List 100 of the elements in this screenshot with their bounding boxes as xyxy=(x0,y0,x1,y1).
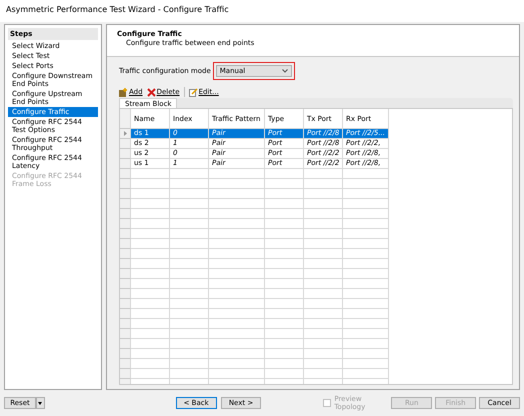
table-cell xyxy=(304,229,343,239)
row-header[interactable] xyxy=(120,279,131,289)
row-header[interactable] xyxy=(120,219,131,229)
row-header[interactable] xyxy=(120,159,131,169)
table-cell xyxy=(304,189,343,199)
table-cell xyxy=(209,339,265,349)
table-cell xyxy=(304,279,343,289)
table-cell xyxy=(170,279,209,289)
table-cell xyxy=(265,259,304,269)
row-header[interactable] xyxy=(120,129,131,139)
table-cell xyxy=(209,299,265,309)
table-cell xyxy=(343,179,389,189)
table-cell xyxy=(343,189,389,199)
table-cell xyxy=(131,249,170,259)
table-cell xyxy=(265,289,304,299)
table-cell xyxy=(343,289,389,299)
table-cell xyxy=(343,239,389,249)
row-header[interactable] xyxy=(120,299,131,309)
row-header[interactable] xyxy=(120,149,131,159)
table-cell xyxy=(209,199,265,209)
row-header[interactable] xyxy=(120,259,131,269)
row-header[interactable] xyxy=(120,189,131,199)
table-cell xyxy=(209,269,265,279)
row-header[interactable] xyxy=(120,139,131,149)
row-header[interactable] xyxy=(120,339,131,349)
table-cell xyxy=(209,239,265,249)
table-cell xyxy=(209,229,265,239)
table-cell xyxy=(170,309,209,319)
row-header[interactable] xyxy=(120,309,131,319)
table-cell xyxy=(343,229,389,239)
table-cell xyxy=(170,329,209,339)
row-header[interactable] xyxy=(120,359,131,369)
table-cell xyxy=(170,369,209,379)
row-header[interactable] xyxy=(120,249,131,259)
table-cell xyxy=(209,349,265,359)
table-cell xyxy=(131,309,170,319)
table-cell xyxy=(265,199,304,209)
table-cell xyxy=(131,269,170,279)
row-header[interactable] xyxy=(120,229,131,239)
row-header[interactable] xyxy=(120,199,131,209)
caret-icon xyxy=(38,402,42,404)
table-cell xyxy=(265,189,304,199)
window-title: Asymmetric Performance Test Wizard - Configure Traffic xyxy=(0,0,524,22)
table-cell xyxy=(170,219,209,229)
table-cell xyxy=(131,219,170,229)
delete-icon xyxy=(146,88,156,96)
table-cell xyxy=(265,349,304,359)
row-header[interactable] xyxy=(120,329,131,339)
table-cell xyxy=(131,279,170,289)
row-header[interactable] xyxy=(120,349,131,359)
table-cell xyxy=(209,329,265,339)
table-cell xyxy=(343,279,389,289)
table-cell xyxy=(170,249,209,259)
table-cell xyxy=(265,319,304,329)
row-header[interactable] xyxy=(120,269,131,279)
table-cell xyxy=(209,169,265,179)
row-header[interactable] xyxy=(120,179,131,189)
table-cell xyxy=(131,259,170,269)
table-cell xyxy=(131,349,170,359)
row-header[interactable] xyxy=(120,289,131,299)
row-header[interactable] xyxy=(120,239,131,249)
table-cell xyxy=(170,189,209,199)
table-cell xyxy=(170,339,209,349)
table-cell xyxy=(304,179,343,189)
table-cell xyxy=(343,369,389,379)
table-cell xyxy=(304,359,343,369)
table-cell xyxy=(265,249,304,259)
row-header[interactable] xyxy=(120,319,131,329)
table-cell xyxy=(265,309,304,319)
table-cell xyxy=(209,189,265,199)
table-cell xyxy=(343,169,389,179)
table-cell xyxy=(304,329,343,339)
row-header[interactable] xyxy=(120,369,131,379)
table-cell xyxy=(131,239,170,249)
table-cell xyxy=(343,309,389,319)
table-cell xyxy=(209,259,265,269)
table-cell xyxy=(265,359,304,369)
table-cell xyxy=(209,279,265,289)
table-cell xyxy=(209,249,265,259)
table-cell xyxy=(209,309,265,319)
table-cell xyxy=(170,349,209,359)
table-cell xyxy=(304,309,343,319)
table-cell xyxy=(304,219,343,229)
table-cell xyxy=(265,369,304,379)
table-cell xyxy=(131,199,170,209)
table-cell xyxy=(131,299,170,309)
table-cell xyxy=(304,299,343,309)
table-cell xyxy=(131,359,170,369)
table-cell xyxy=(131,369,170,379)
table-cell xyxy=(304,169,343,179)
table-cell xyxy=(170,269,209,279)
row-header[interactable] xyxy=(120,169,131,179)
table-cell xyxy=(304,349,343,359)
table-cell xyxy=(343,329,389,339)
row-header[interactable] xyxy=(120,209,131,219)
table-cell xyxy=(265,299,304,309)
table-cell xyxy=(131,229,170,239)
table-cell xyxy=(209,219,265,229)
table-cell xyxy=(265,169,304,179)
table-cell xyxy=(131,169,170,179)
